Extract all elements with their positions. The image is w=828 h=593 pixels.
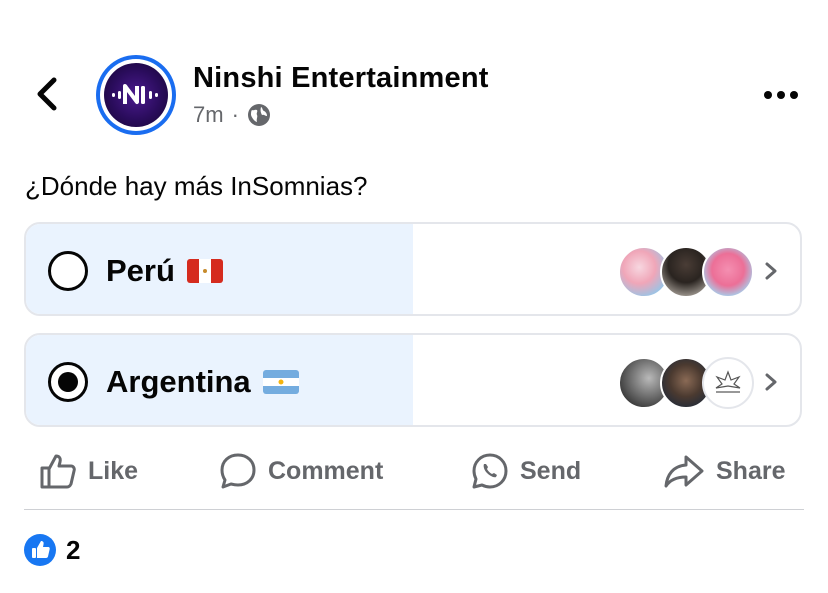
peru-flag — [186, 259, 223, 283]
page-avatar[interactable] — [96, 55, 176, 135]
share-button[interactable]: Share — [662, 448, 785, 494]
back-button[interactable] — [30, 74, 66, 114]
comment-button[interactable]: Comment — [218, 448, 383, 494]
share-arrow-icon — [664, 455, 704, 488]
send-label: Send — [520, 456, 582, 485]
chevron-right-icon[interactable] — [764, 261, 778, 281]
page-name[interactable]: Ninshi Entertainment — [193, 62, 489, 95]
voter-avatar — [702, 246, 754, 298]
comment-bubble-icon — [220, 453, 256, 489]
post-text: ¿Dónde hay más InSomnias? — [25, 171, 368, 201]
thumbs-up-icon — [40, 454, 76, 489]
poll-option-argentina[interactable]: Argentina — [24, 333, 802, 427]
poll-option-peru[interactable]: Perú — [24, 222, 802, 316]
post-meta: 7m · — [193, 102, 271, 128]
logo-avatar-icon — [715, 370, 741, 393]
argentina-flag — [262, 370, 299, 394]
globe-icon[interactable] — [247, 103, 271, 127]
chevron-right-icon[interactable] — [764, 372, 778, 392]
ninshi-logo — [112, 84, 158, 104]
like-button[interactable]: Like — [38, 448, 138, 494]
poll-option-label: Perú — [106, 251, 223, 291]
poll-option-label: Argentina — [106, 362, 299, 402]
more-dots-icon — [764, 91, 798, 99]
reactions-summary[interactable]: 2 — [24, 534, 80, 566]
send-button[interactable]: Send — [470, 448, 581, 494]
like-label: Like — [88, 456, 139, 485]
chevron-left-icon — [37, 77, 57, 111]
voter-avatar — [702, 357, 754, 409]
voter-avatars[interactable] — [618, 357, 754, 409]
reaction-count: 2 — [66, 534, 81, 565]
radio-button-selected[interactable] — [48, 362, 88, 402]
comment-label: Comment — [268, 456, 384, 485]
like-reaction-icon — [24, 534, 56, 566]
share-label: Share — [716, 456, 786, 485]
meta-separator: · — [231, 102, 239, 127]
radio-button[interactable] — [48, 251, 88, 291]
voter-avatars[interactable] — [618, 246, 754, 298]
divider — [24, 509, 804, 510]
more-options-button[interactable] — [762, 88, 800, 102]
whatsapp-icon — [472, 453, 508, 489]
post-time[interactable]: 7m — [193, 102, 224, 128]
